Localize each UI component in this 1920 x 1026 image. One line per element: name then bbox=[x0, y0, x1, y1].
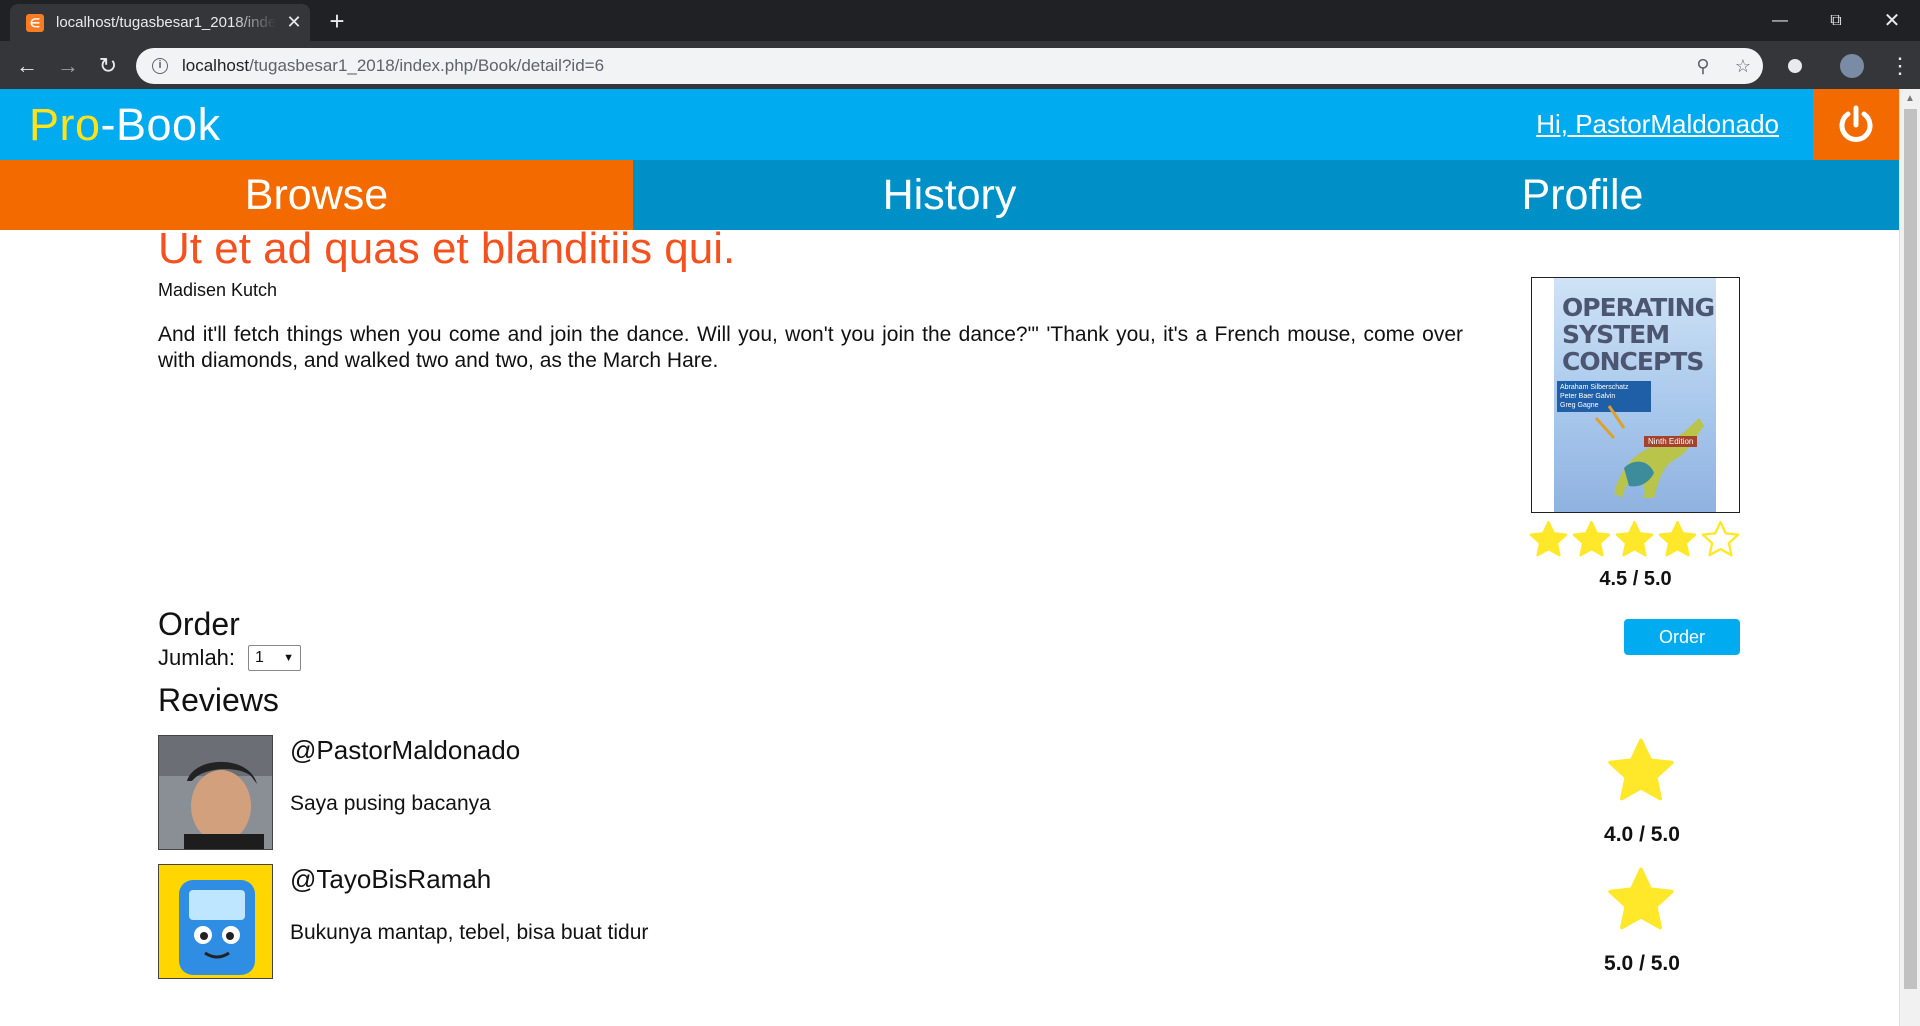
tab-close-icon[interactable]: ✕ bbox=[284, 12, 304, 33]
quantity-select[interactable]: 1 ▼ bbox=[248, 645, 301, 671]
close-window-icon[interactable]: ✕ bbox=[1864, 0, 1920, 41]
reviewer-username[interactable]: @TayoBisRamah bbox=[290, 864, 491, 895]
review-item: @TayoBisRamah Bukunya mantap, tebel, bis… bbox=[158, 864, 1744, 979]
reviewer-avatar bbox=[158, 735, 273, 850]
scroll-thumb[interactable] bbox=[1904, 109, 1917, 989]
book-title: Ut et ad quas et blanditiis qui. bbox=[158, 224, 736, 273]
reviewer-username[interactable]: @PastorMaldonado bbox=[290, 735, 520, 766]
site-logo[interactable]: Pro-Book bbox=[29, 99, 221, 151]
reviews-heading: Reviews bbox=[158, 682, 279, 718]
dinosaur-illustration bbox=[1594, 405, 1704, 498]
address-bar[interactable]: i localhost/tugasbesar1_2018/index.php/B… bbox=[136, 48, 1763, 84]
star-outline-icon bbox=[1701, 520, 1740, 557]
browser-tabstrip: ∈ localhost/tugasbesar1_2018/index.php/B… bbox=[0, 0, 1920, 41]
book-description: And it'll fetch things when you come and… bbox=[158, 323, 1463, 372]
order-heading: Order bbox=[158, 606, 240, 642]
user-greeting-link[interactable]: Hi, PastorMaldonado bbox=[1536, 109, 1779, 140]
zoom-icon[interactable]: ⚲ bbox=[1683, 56, 1723, 77]
star-filled-icon bbox=[1529, 520, 1568, 557]
page-scrollbar[interactable]: ▲ bbox=[1899, 89, 1920, 1026]
reload-icon[interactable]: ↻ bbox=[92, 50, 124, 82]
site-header: Pro-Book Hi, PastorMaldonado bbox=[0, 89, 1899, 160]
order-button[interactable]: Order bbox=[1624, 619, 1740, 655]
star-icon bbox=[1608, 867, 1674, 930]
site-info-icon[interactable]: i bbox=[152, 58, 168, 74]
reviewer-avatar bbox=[158, 864, 273, 979]
chevron-down-icon: ▼ bbox=[283, 652, 294, 664]
bookmark-star-icon[interactable]: ☆ bbox=[1723, 56, 1763, 77]
back-icon[interactable]: ← bbox=[11, 50, 43, 82]
book-rating-stars bbox=[1528, 519, 1741, 560]
browser-toolbar: ← → ↻ i localhost/tugasbesar1_2018/index… bbox=[0, 41, 1920, 89]
restore-icon[interactable]: ⧉ bbox=[1808, 0, 1864, 41]
extension-icon[interactable] bbox=[1783, 54, 1807, 78]
quantity-label: Jumlah: bbox=[158, 645, 236, 670]
main-nav: Browse History Profile bbox=[0, 160, 1899, 230]
tab-history[interactable]: History bbox=[633, 160, 1266, 230]
browser-tab[interactable]: ∈ localhost/tugasbesar1_2018/index.php/B… bbox=[10, 4, 310, 41]
logout-button[interactable] bbox=[1813, 89, 1899, 160]
power-icon bbox=[1839, 105, 1873, 142]
review-text: Saya pusing bacanya bbox=[290, 792, 491, 815]
star-filled-icon bbox=[1572, 520, 1611, 557]
tab-profile[interactable]: Profile bbox=[1266, 160, 1899, 230]
review-item: @PastorMaldonado Saya pusing bacanya 4.0… bbox=[158, 735, 1744, 850]
profile-avatar-icon[interactable] bbox=[1840, 54, 1864, 78]
page-viewport: Pro-Book Hi, PastorMaldonado Browse Hist… bbox=[0, 89, 1920, 1026]
browser-menu-icon[interactable]: ⋮ bbox=[1884, 50, 1916, 82]
star-filled-icon bbox=[1615, 520, 1654, 557]
tab-browse[interactable]: Browse bbox=[0, 160, 633, 230]
review-score: 4.0 / 5.0 bbox=[1604, 823, 1680, 846]
book-cover: OPERATING SYSTEM CONCEPTS Abraham Silber… bbox=[1531, 277, 1740, 513]
book-rating-text: 4.5 / 5.0 bbox=[1599, 568, 1672, 590]
book-author: Madisen Kutch bbox=[158, 280, 278, 300]
tab-title: localhost/tugasbesar1_2018/index.php/Boo… bbox=[56, 14, 276, 31]
new-tab-icon[interactable]: + bbox=[322, 6, 352, 36]
review-text: Bukunya mantap, tebel, bisa buat tidur bbox=[290, 921, 649, 944]
xampp-favicon-icon: ∈ bbox=[26, 13, 44, 32]
scroll-up-icon[interactable]: ▲ bbox=[1905, 93, 1915, 104]
star-filled-icon bbox=[1658, 520, 1697, 557]
review-score: 5.0 / 5.0 bbox=[1604, 952, 1680, 975]
minimize-icon[interactable]: — bbox=[1752, 0, 1808, 41]
star-icon bbox=[1608, 738, 1674, 801]
url-text[interactable]: localhost/tugasbesar1_2018/index.php/Boo… bbox=[182, 56, 1683, 76]
forward-icon[interactable]: → bbox=[52, 50, 84, 82]
